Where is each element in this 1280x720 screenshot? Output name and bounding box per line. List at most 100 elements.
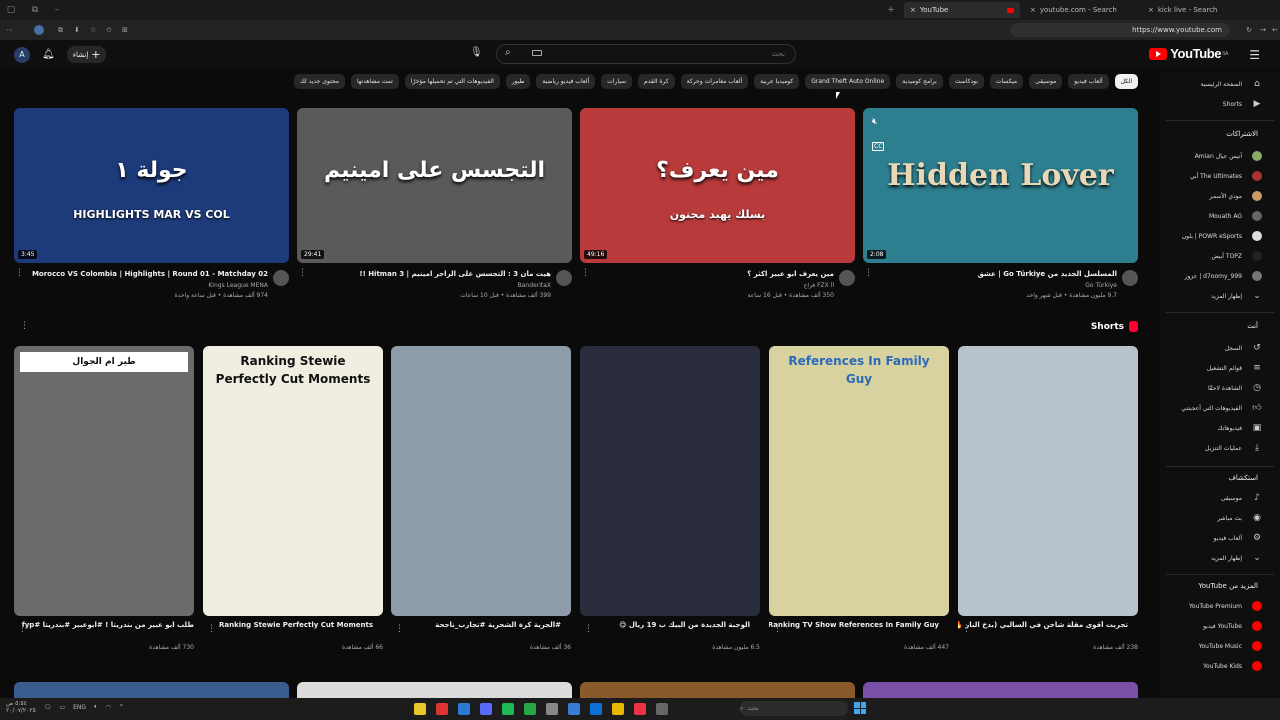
task-view-icon[interactable]: [656, 703, 668, 715]
favorites-icon[interactable]: ☆: [90, 26, 96, 34]
sidebar-item[interactable]: ⤓ عمليات التنزيل: [1205, 440, 1262, 456]
chrome-icon[interactable]: [634, 703, 646, 715]
chip-2[interactable]: موسيقى: [1029, 74, 1063, 89]
sidebar-item[interactable]: TOPZ أبيض: [1211, 248, 1262, 264]
captions-icon[interactable]: CC: [872, 142, 885, 151]
mute-icon[interactable]: 🔇︎: [872, 117, 878, 127]
profile-icon[interactable]: [34, 25, 44, 35]
short-thumbnail[interactable]: Ranking Stewie Perfectly Cut Moments: [203, 346, 383, 616]
video-title[interactable]: Morocco VS Colombia | Highlights | Round…: [24, 270, 268, 278]
tab-close-icon[interactable]: ×: [1030, 6, 1036, 14]
next-row-thumbnail[interactable]: [580, 682, 855, 698]
keyboard-icon[interactable]: [532, 50, 542, 56]
sidebar-item[interactable]: ▶ Shorts: [1223, 96, 1262, 112]
clock-time[interactable]: ٥:٥٤ ص: [6, 700, 36, 707]
chip-5[interactable]: برامج كوميدية: [896, 74, 943, 89]
video-menu-icon[interactable]: ⋮: [581, 268, 590, 278]
file-explorer-icon[interactable]: [414, 703, 426, 715]
new-tab-icon[interactable]: +: [884, 3, 898, 17]
tab-youtube[interactable]: × YouTube: [904, 2, 1020, 18]
next-row-thumbnail[interactable]: [297, 682, 572, 698]
channel-avatar[interactable]: [556, 270, 572, 286]
chip-3[interactable]: ميكسات: [989, 74, 1024, 89]
section-menu-icon[interactable]: ⋮: [20, 321, 29, 331]
edge-icon[interactable]: [590, 703, 602, 715]
excel-icon[interactable]: [524, 703, 536, 715]
split-screen-icon[interactable]: ⊞: [122, 26, 128, 34]
voice-search-mic-icon[interactable]: 🎙︎: [470, 47, 484, 61]
short-thumbnail[interactable]: [958, 346, 1138, 616]
channel-name[interactable]: FZX ll فزاع: [590, 282, 834, 289]
create-button[interactable]: إنشاء +: [66, 46, 107, 63]
language-indicator[interactable]: ENG: [73, 704, 86, 711]
chip-15[interactable]: محتوى جديد لك: [293, 74, 345, 89]
short-menu-icon[interactable]: ⋮: [395, 624, 404, 634]
sidebar-item[interactable]: ⚙ ألعاب فيديو: [1214, 530, 1262, 546]
address-bar[interactable]: https://www.youtube.com: [1010, 23, 1230, 37]
sidebar-item[interactable]: d7oomy_999 | عزوز: [1185, 268, 1262, 284]
chip-6[interactable]: Grand Theft Auto Online: [805, 74, 891, 89]
opera-icon[interactable]: [436, 703, 448, 715]
next-row-thumbnail[interactable]: [863, 682, 1138, 698]
channel-avatar[interactable]: [273, 270, 289, 286]
sidebar-item[interactable]: The Ultimates أبي: [1190, 168, 1262, 184]
chip-13[interactable]: الفيديوهات التي تم تحميلها مؤخرًا: [404, 74, 500, 89]
back-icon[interactable]: ←: [1272, 26, 1278, 34]
sidebar-item[interactable]: ⌄ إظهار المزيد: [1211, 288, 1262, 304]
channel-avatar[interactable]: [839, 270, 855, 286]
short-thumbnail[interactable]: [391, 346, 571, 616]
volume-icon[interactable]: 🔈︎: [94, 703, 98, 711]
sidebar-item[interactable]: ⌄ إظهار المزيد: [1211, 550, 1262, 566]
chip-4[interactable]: بودكاست: [948, 74, 984, 89]
search-icon[interactable]: ⌕: [505, 47, 519, 61]
spotify-icon[interactable]: [502, 703, 514, 715]
sidebar-item[interactable]: ◷ الشاهدة لاحقًا: [1208, 380, 1262, 396]
video-title[interactable]: هيت مان 3 : التجسس على الراجر امينيم | H…: [307, 270, 551, 278]
channel-avatar[interactable]: [1122, 270, 1138, 286]
store-icon[interactable]: [480, 703, 492, 715]
video-menu-icon[interactable]: ⋮: [15, 268, 24, 278]
short-menu-icon[interactable]: ⋮: [207, 624, 216, 634]
video-menu-icon[interactable]: ⋮: [298, 268, 307, 278]
wifi-icon[interactable]: ◠: [106, 704, 111, 711]
extensions-icon[interactable]: ⧉: [58, 26, 63, 35]
chip-9[interactable]: كرة القدم: [638, 74, 675, 89]
start-button-icon[interactable]: [854, 702, 866, 714]
sidebar-item[interactable]: ≡ قوائم التشغيل: [1207, 360, 1262, 376]
short-title[interactable]: طلب ابو عبير من بندريتا ! #ابوعبير #بندر…: [14, 621, 194, 629]
short-title[interactable]: #الجرية كرة الشحرية #تجارب_ناجحة: [391, 621, 561, 629]
notifications-bell-icon[interactable]: 🔔︎: [42, 49, 55, 60]
account-avatar[interactable]: A: [14, 46, 30, 63]
notification-icon[interactable]: 🗨︎: [44, 704, 52, 711]
sidebar-item[interactable]: ♪ موسيقى: [1221, 490, 1262, 506]
tab-youtube-search[interactable]: × youtube.com - Search: [1024, 2, 1140, 18]
sidebar-item[interactable]: ⌂ الصفحة الرئيسية: [1201, 76, 1262, 92]
video-thumbnail[interactable]: جولة ١ HIGHLIGHTS MAR VS COL 3:45: [14, 108, 289, 263]
chip-14[interactable]: تمت مشاهدتها: [350, 74, 399, 89]
chip-10[interactable]: سيارات: [601, 74, 633, 89]
sidebar-item[interactable]: YouTube Kids: [1203, 658, 1262, 674]
short-menu-icon[interactable]: ⋮: [773, 624, 782, 634]
hamburger-menu-icon[interactable]: ☰: [1249, 48, 1260, 62]
forward-icon[interactable]: →: [1260, 26, 1266, 34]
video-thumbnail[interactable]: Hidden Lover 2:08: [863, 108, 1138, 263]
sidebar-item[interactable]: YouTube فيديو: [1203, 618, 1262, 634]
short-thumbnail[interactable]: [580, 346, 760, 616]
sidebar-item[interactable]: Mouath AG: [1209, 208, 1262, 224]
short-title[interactable]: Ranking Stewie Perfectly Cut Moments: [203, 621, 373, 629]
sidebar-item[interactable]: 👍︎ الفيديوهات التي أعجبتني: [1181, 400, 1262, 416]
folder-icon[interactable]: [612, 703, 624, 715]
tab-close-icon[interactable]: ×: [1148, 6, 1154, 14]
battery-icon[interactable]: ▭: [59, 704, 65, 711]
pinned-app-icon[interactable]: [458, 703, 470, 715]
collections-icon[interactable]: ✩: [106, 26, 112, 34]
short-title[interactable]: الوجبة الجديدة من البيك ب 19 ريال 😋: [580, 621, 750, 629]
refresh-icon[interactable]: ↻: [1246, 26, 1252, 34]
sidebar-item[interactable]: YouTube Premium: [1189, 598, 1262, 614]
short-menu-icon[interactable]: ⋮: [584, 624, 593, 634]
mail-icon[interactable]: [568, 703, 580, 715]
video-thumbnail[interactable]: التجسس على امينيم 29:41: [297, 108, 572, 263]
more-options-icon[interactable]: ⋯: [6, 26, 13, 34]
youtube-logo[interactable]: YouTube SA: [1149, 46, 1228, 61]
taskbar-search[interactable]: بحث ⌕: [740, 701, 848, 716]
